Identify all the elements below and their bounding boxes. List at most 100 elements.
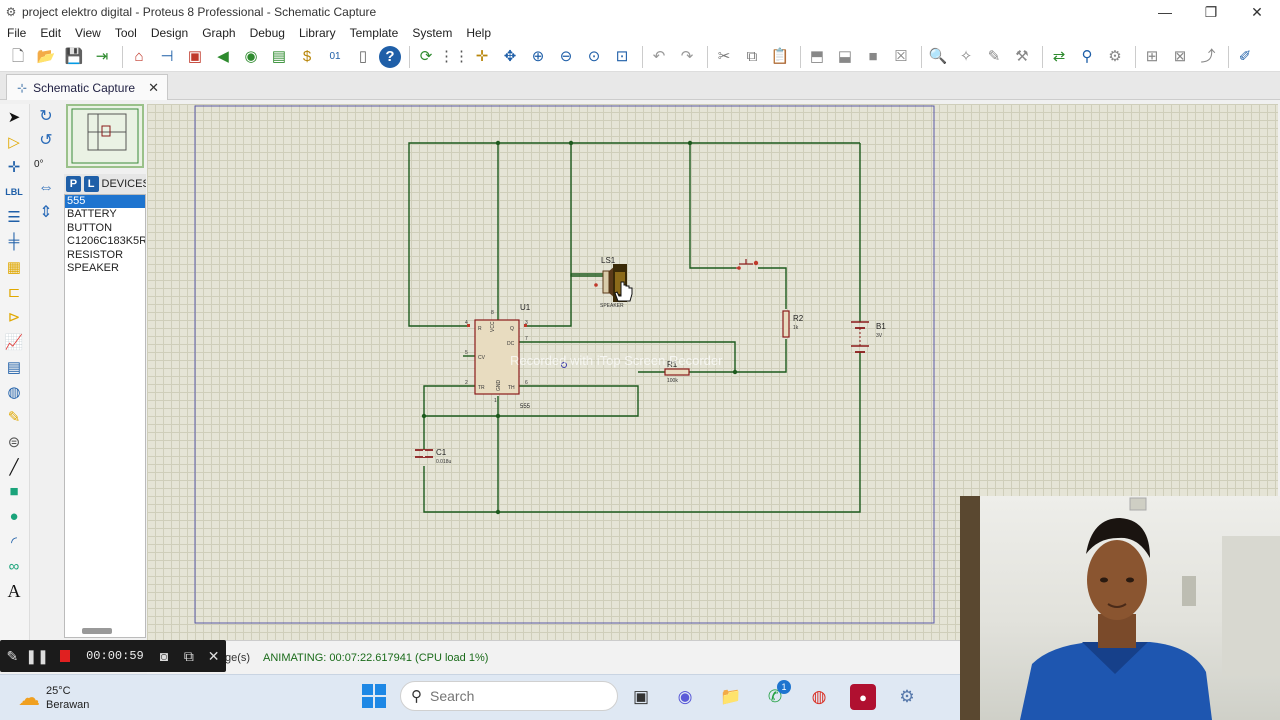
pan-icon[interactable]: ✥ [498,46,522,68]
bom-icon[interactable]: ▤ [267,46,291,68]
make-device-icon[interactable]: ✧ [954,46,978,68]
save-icon[interactable]: 💾 [62,46,86,68]
c1-capacitor[interactable]: C1 0.018u [415,448,452,465]
menu-template[interactable]: Template [343,26,406,40]
new-sheet-icon[interactable]: ⊞ [1140,46,1164,68]
pen-icon[interactable]: ✎ [0,648,25,665]
tab-schematic-capture[interactable]: ⊹ Schematic Capture ✕ [6,74,168,100]
device-pins-icon[interactable]: ⊳ [0,304,28,329]
list-item[interactable]: BATTERY [65,208,145,221]
block-move-icon[interactable]: ⬓ [833,46,857,68]
restore-button[interactable]: ❐ [1188,4,1234,21]
search-tag-icon[interactable]: ⚲ [1075,46,1099,68]
close-tab-icon[interactable]: ✕ [148,80,159,96]
selection-mode-icon[interactable]: ➤ [0,104,28,129]
mirror-y-icon[interactable]: ⇕ [31,200,61,224]
menu-edit[interactable]: Edit [33,26,68,40]
gerber-icon[interactable]: ◀ [211,46,235,68]
rotate-anticlockwise-icon[interactable]: ↺ [31,128,61,152]
property-assign-icon[interactable]: ⚙ [1103,46,1127,68]
list-item[interactable]: 555 [65,195,145,209]
refresh-icon[interactable]: ⟳ [414,46,438,68]
tape-recorder-icon[interactable]: ▤ [0,354,28,379]
zoom-in-icon[interactable]: ⊕ [526,46,550,68]
b1-battery[interactable]: B1 3V [851,321,886,353]
list-item[interactable]: RESISTOR [65,249,145,262]
file-explorer-icon[interactable]: 📁 [718,684,744,710]
circle-tool-icon[interactable]: ● [0,504,28,529]
paste-icon[interactable]: 📋 [768,46,792,68]
rotate-clockwise-icon[interactable]: ↻ [31,104,61,128]
zoom-out-icon[interactable]: ⊖ [554,46,578,68]
cost-icon[interactable]: $ [295,46,319,68]
box-tool-icon[interactable]: ■ [0,479,28,504]
pick-device-icon[interactable]: 🔍 [926,46,950,68]
push-button-switch[interactable] [736,259,759,270]
pcb-icon[interactable]: ▣ [183,46,207,68]
text-tool-icon[interactable]: A [0,579,28,604]
text-script-icon[interactable]: ☰ [0,204,28,229]
rotation-angle[interactable]: 0° [31,152,61,176]
zoom-all-icon[interactable]: ⊙ [582,46,606,68]
graph-icon[interactable]: 📈 [0,329,28,354]
component-mode-icon[interactable]: ▷ [0,129,28,154]
buses-icon[interactable]: ╪ [0,229,28,254]
voltage-probe-icon[interactable]: ✎ [0,404,28,429]
menu-graph[interactable]: Graph [195,26,242,40]
camera-icon[interactable]: ◙ [152,648,177,664]
minimize-button[interactable]: — [1142,4,1188,21]
weather-widget[interactable]: ☁ 25°C Berawan [18,680,138,716]
menu-system[interactable]: System [405,26,459,40]
cut-icon[interactable]: ✂ [712,46,736,68]
overview-window[interactable] [66,104,144,168]
windows-start-icon[interactable] [362,684,386,708]
list-item[interactable]: BUTTON [65,222,145,235]
menu-help[interactable]: Help [459,26,498,40]
pick-devices-button[interactable]: P [66,176,81,192]
open-folder-icon[interactable]: 📂 [34,46,58,68]
close-recorder-icon[interactable]: ✕ [201,648,226,665]
teams-icon[interactable]: ◉ [672,684,698,710]
new-file-icon[interactable]: 🗋 [6,46,30,68]
bom-report-icon[interactable]: ✐ [1233,46,1257,68]
search-input[interactable] [430,688,580,704]
notes-icon[interactable]: ▯ [351,46,375,68]
undo-icon[interactable]: ↶ [647,46,671,68]
grid-icon[interactable]: ⋮⋮ [439,46,469,68]
block-copy-icon[interactable]: ⬒ [805,46,829,68]
menu-view[interactable]: View [68,26,108,40]
menu-debug[interactable]: Debug [243,26,292,40]
device-list-scrollbar[interactable] [82,628,112,634]
pause-icon[interactable]: ❚❚ [25,648,50,665]
mirror-x-icon[interactable]: ⇔ [31,176,61,200]
screen-recorder-icon[interactable]: ● [850,684,876,710]
3d-view-icon[interactable]: ◉ [239,46,263,68]
packaging-icon[interactable]: ✎ [982,46,1006,68]
import-icon[interactable]: ⇥ [90,46,114,68]
decompose-icon[interactable]: ⚒ [1010,46,1034,68]
generator-icon[interactable]: ◍ [0,379,28,404]
arc-tool-icon[interactable]: ◜ [0,529,28,554]
wire-label-icon[interactable]: LBL [0,179,28,204]
taskbar-search[interactable]: ⚲ [400,681,618,711]
r2-resistor[interactable]: R2 1k [782,310,804,338]
terminals-icon[interactable]: ⊏ [0,279,28,304]
home-icon[interactable]: ⌂ [127,46,151,68]
origin-icon[interactable]: ✛ [470,46,494,68]
edit-icon[interactable]: ⧉ [176,648,201,665]
library-manager-button[interactable]: L [83,176,99,192]
junction-dot-icon[interactable]: ✛ [0,154,28,179]
chrome-icon[interactable]: ◍ [806,684,832,710]
redo-icon[interactable]: ↷ [675,46,699,68]
list-item[interactable]: C1206C183K5R [65,235,145,248]
design-explorer-icon[interactable]: 01 [323,46,347,68]
task-view-icon[interactable]: ▣ [628,684,654,710]
schematic-icon[interactable]: ⊣ [155,46,179,68]
list-item[interactable]: SPEAKER [65,262,145,275]
proteus-icon[interactable]: ⚙ [894,684,920,710]
block-rotate-icon[interactable]: ■ [861,46,885,68]
help-icon[interactable]: ? [379,45,401,68]
remove-sheet-icon[interactable]: ⊠ [1168,46,1192,68]
path-tool-icon[interactable]: ∞ [0,554,28,579]
close-window-button[interactable]: ✕ [1234,4,1280,21]
